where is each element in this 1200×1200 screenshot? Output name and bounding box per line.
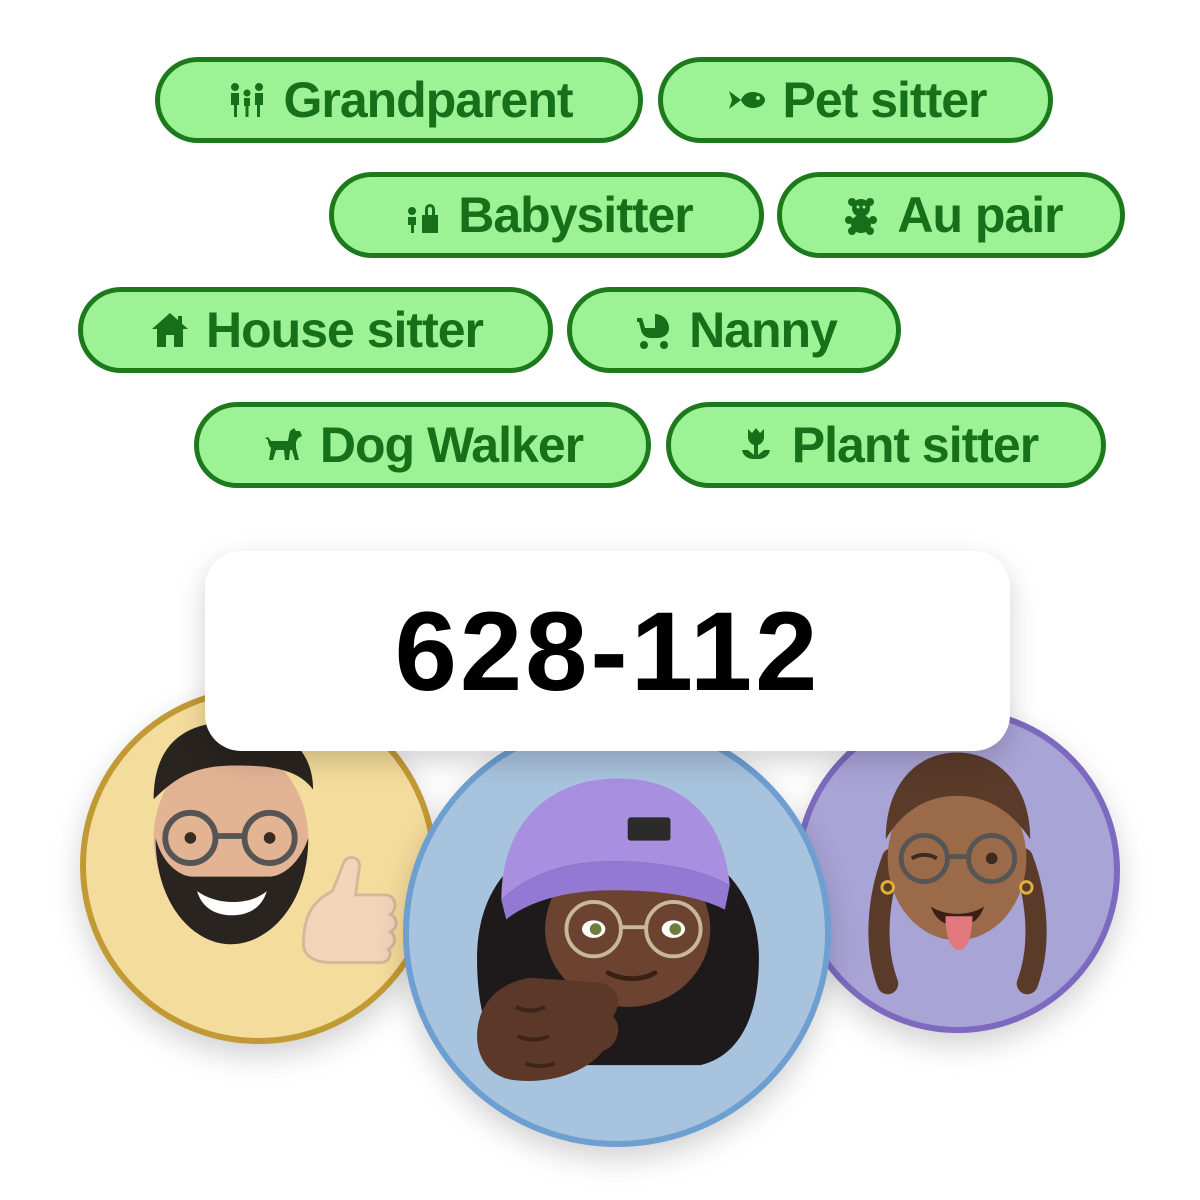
chip-house-sitter[interactable]: House sitter [78,287,553,373]
chip-pet-sitter[interactable]: Pet sitter [658,57,1053,143]
chip-label: Dog Walker [319,417,584,473]
chip-nanny[interactable]: Nanny [567,287,901,373]
chip-label: Nanny [689,302,838,358]
chip-label: Babysitter [458,187,694,243]
chip-plant-sitter[interactable]: Plant sitter [666,402,1106,488]
chip-label: Pet sitter [782,72,988,128]
family-icon [225,78,269,122]
chip-label: Au pair [897,187,1063,243]
avatar-girl-braids [795,708,1120,1033]
chip-label: House sitter [206,302,484,358]
avatar-woman-beanie [403,719,831,1147]
memoji-woman-beanie-icon [477,778,759,1081]
chip-label: Plant sitter [791,417,1039,473]
house-icon [148,308,192,352]
chip-label: Grandparent [283,72,573,128]
stroller-icon [631,308,675,352]
dog-icon [262,423,306,467]
child-lock-icon [400,193,444,237]
chip-babysitter[interactable]: Babysitter [329,172,764,258]
teddy-bear-icon [839,193,883,237]
chip-grandparent[interactable]: Grandparent [155,57,643,143]
tulip-icon [734,423,778,467]
invite-code-card[interactable]: 628-112 [205,551,1010,751]
memoji-girl-braids-icon [868,752,1047,995]
fish-icon [725,78,769,122]
chip-dog-walker[interactable]: Dog Walker [194,402,651,488]
invite-code: 628-112 [394,588,821,714]
chip-au-pair[interactable]: Au pair [777,172,1125,258]
